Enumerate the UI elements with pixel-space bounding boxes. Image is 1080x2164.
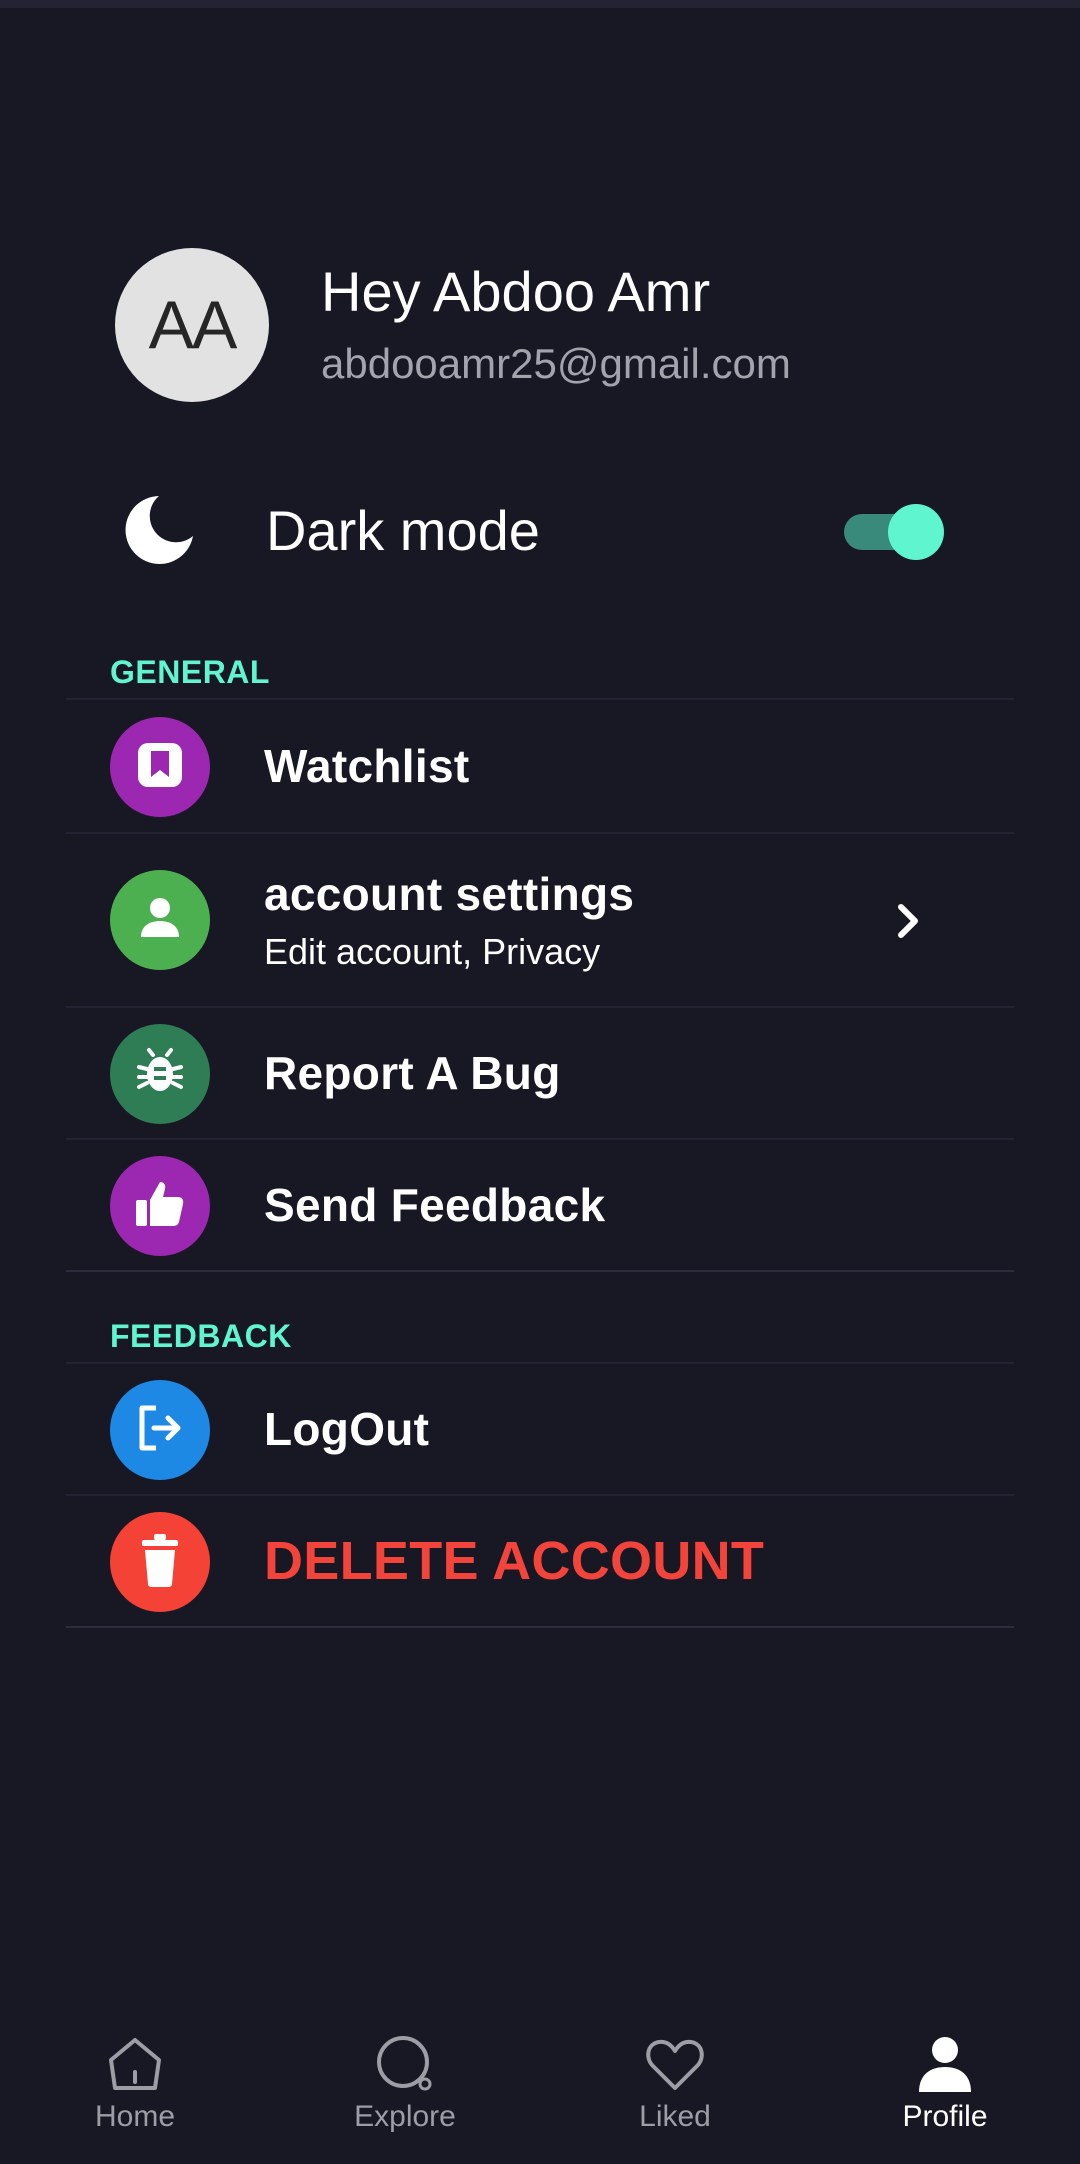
list-item-logout[interactable]: LogOut (66, 1362, 1014, 1494)
explore-icon (370, 2032, 440, 2096)
watchlist-icon-circle (110, 717, 210, 817)
dark-mode-label: Dark mode (266, 498, 540, 562)
avatar-initials: AA (148, 287, 238, 363)
logout-label: LogOut (264, 1403, 430, 1455)
home-icon (100, 2032, 170, 2096)
status-bar (0, 0, 1080, 8)
dark-mode-row: Dark mode (120, 490, 950, 570)
greeting-text: Hey Abdoo Amr (321, 260, 711, 323)
delete-icon-circle (110, 1512, 210, 1612)
bookmark-icon (132, 737, 188, 798)
toggle-thumb (888, 504, 944, 560)
send-feedback-text: Send Feedback (264, 1178, 605, 1232)
nav-label-explore: Explore (354, 2100, 456, 2133)
watchlist-label: Watchlist (264, 740, 470, 792)
account-icon-circle (110, 870, 210, 970)
email-text: abdooamr25@gmail.com (321, 340, 791, 387)
nav-item-liked[interactable]: Liked (540, 2012, 810, 2164)
dark-mode-toggle[interactable] (844, 504, 944, 560)
nav-label-profile: Profile (902, 2100, 988, 2133)
feedback-icon-circle (110, 1156, 210, 1256)
logout-icon (132, 1400, 188, 1461)
profile-screen: AA Hey Abdoo Amr abdooamr25@gmail.com Da… (0, 0, 1080, 2164)
bug-icon-circle (110, 1024, 210, 1124)
nav-item-profile[interactable]: Profile (810, 2012, 1080, 2164)
section-title-feedback: FEEDBACK (110, 1318, 292, 1354)
report-bug-label: Report A Bug (264, 1047, 561, 1099)
send-feedback-label: Send Feedback (264, 1179, 606, 1231)
logout-text: LogOut (264, 1402, 429, 1456)
avatar[interactable]: AA (115, 248, 269, 402)
profile-info: Hey Abdoo Amr abdooamr25@gmail.com (321, 257, 791, 393)
list-item-watchlist[interactable]: Watchlist (66, 698, 1014, 832)
chevron-right-icon (888, 901, 928, 941)
section-title-general: GENERAL (110, 654, 270, 690)
account-settings-text: account settings Edit account, Privacy (264, 867, 634, 973)
list-item-report-bug[interactable]: Report A Bug (66, 1006, 1014, 1138)
nav-label-home: Home (94, 2100, 176, 2133)
account-settings-sublabel: Edit account, Privacy (264, 931, 601, 972)
thumbs-up-icon (130, 1174, 190, 1239)
account-settings-label: account settings (264, 868, 635, 920)
nav-item-explore[interactable]: Explore (270, 2012, 540, 2164)
person-icon (135, 893, 185, 948)
delete-account-label: DELETE ACCOUNT (264, 1531, 765, 1591)
report-bug-text: Report A Bug (264, 1046, 561, 1100)
profile-header: AA Hey Abdoo Amr abdooamr25@gmail.com (115, 248, 791, 402)
delete-account-text: DELETE ACCOUNT (264, 1530, 764, 1592)
bug-icon (133, 1045, 187, 1104)
watchlist-text: Watchlist (264, 739, 469, 793)
nav-label-liked: Liked (639, 2100, 711, 2133)
nav-item-home[interactable]: Home (0, 2012, 270, 2164)
heart-icon (640, 2032, 710, 2096)
list-item-send-feedback[interactable]: Send Feedback (66, 1138, 1014, 1272)
moon-icon (120, 491, 198, 569)
list-item-delete-account[interactable]: DELETE ACCOUNT (66, 1494, 1014, 1628)
bottom-navigation: Home Explore Liked Profile (0, 2012, 1080, 2164)
trash-icon (135, 1532, 185, 1593)
logout-icon-circle (110, 1380, 210, 1480)
profile-icon (910, 2032, 980, 2096)
list-item-account-settings[interactable]: account settings Edit account, Privacy (66, 832, 1014, 1006)
